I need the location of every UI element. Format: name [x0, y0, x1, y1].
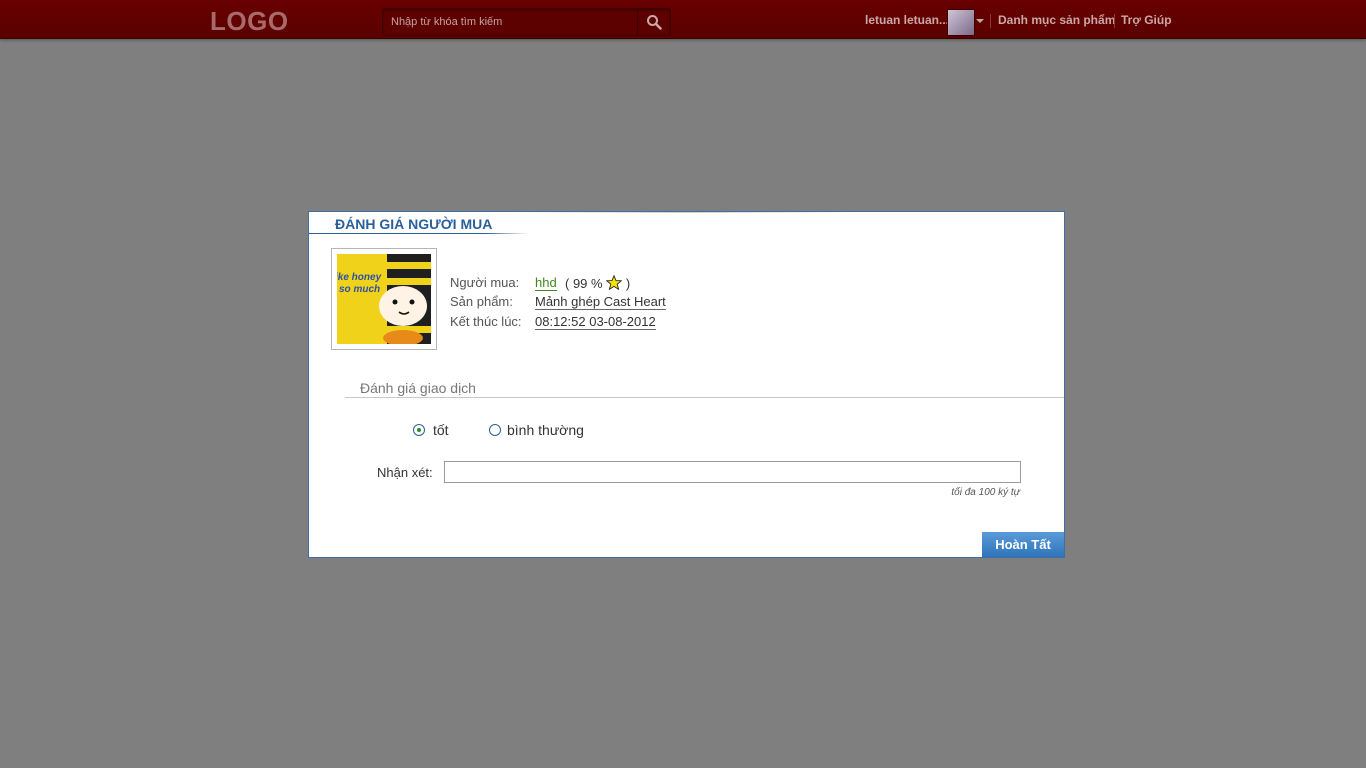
- avatar[interactable]: [947, 9, 975, 36]
- end-time-label: Kết thúc lúc:: [450, 314, 522, 329]
- comment-label: Nhận xét:: [377, 465, 433, 480]
- radio-good[interactable]: [413, 424, 425, 436]
- top-bar: LOGO letuan letuan... Danh mục sản phẩm …: [0, 0, 1366, 39]
- buyer-name-link[interactable]: hhd: [535, 275, 557, 291]
- section-title: Đánh giá giao dịch: [360, 380, 476, 396]
- nav-divider: [990, 14, 991, 28]
- radio-normal[interactable]: [489, 424, 501, 436]
- product-image-text-2: so much: [339, 284, 380, 295]
- rate-buyer-dialog: ĐÁNH GIÁ NGƯỜI MUA ike honey so much Ngư…: [308, 211, 1065, 558]
- comment-hint: tối đa 100 ký tự: [951, 487, 1020, 498]
- dialog-header: ĐÁNH GIÁ NGƯỜI MUA: [309, 212, 639, 234]
- product-label: Sản phẩm:: [450, 294, 513, 309]
- buyer-label: Người mua:: [450, 275, 520, 290]
- section-divider: [345, 397, 1064, 398]
- search-input[interactable]: [383, 9, 633, 35]
- search-button[interactable]: [637, 9, 670, 35]
- buyer-rating: ( 99 % ): [565, 274, 631, 291]
- search-icon: [647, 15, 662, 30]
- dialog-title: ĐÁNH GIÁ NGƯỜI MUA: [335, 216, 493, 232]
- search-box: [382, 8, 671, 36]
- chevron-down-icon[interactable]: [976, 19, 984, 23]
- comment-input[interactable]: [444, 461, 1021, 483]
- product-image: ike honey so much: [337, 254, 431, 344]
- site-logo[interactable]: LOGO: [210, 6, 289, 37]
- submit-button[interactable]: Hoàn Tất: [982, 532, 1064, 557]
- buyer-rating-value: ( 99 %: [565, 276, 603, 291]
- end-time-value: 08:12:52 03-08-2012: [535, 314, 656, 330]
- nav-divider: [1114, 14, 1115, 28]
- dialog-title-underline: [309, 233, 529, 234]
- product-image-text-1: ike honey: [337, 272, 382, 283]
- buyer-rating-close: ): [625, 276, 631, 291]
- radio-good-label[interactable]: tốt: [433, 422, 449, 438]
- nav-product-categories[interactable]: Danh mục sản phẩm: [998, 13, 1115, 27]
- product-name-link[interactable]: Mảnh ghép Cast Heart: [535, 294, 666, 310]
- product-thumbnail[interactable]: ike honey so much: [331, 248, 437, 350]
- radio-normal-label[interactable]: bình thường: [507, 422, 584, 438]
- product-image-art: ike honey so much: [337, 254, 431, 344]
- user-name[interactable]: letuan letuan...: [865, 13, 949, 27]
- nav-help[interactable]: Trợ Giúp: [1121, 13, 1172, 27]
- star-icon: [605, 274, 623, 291]
